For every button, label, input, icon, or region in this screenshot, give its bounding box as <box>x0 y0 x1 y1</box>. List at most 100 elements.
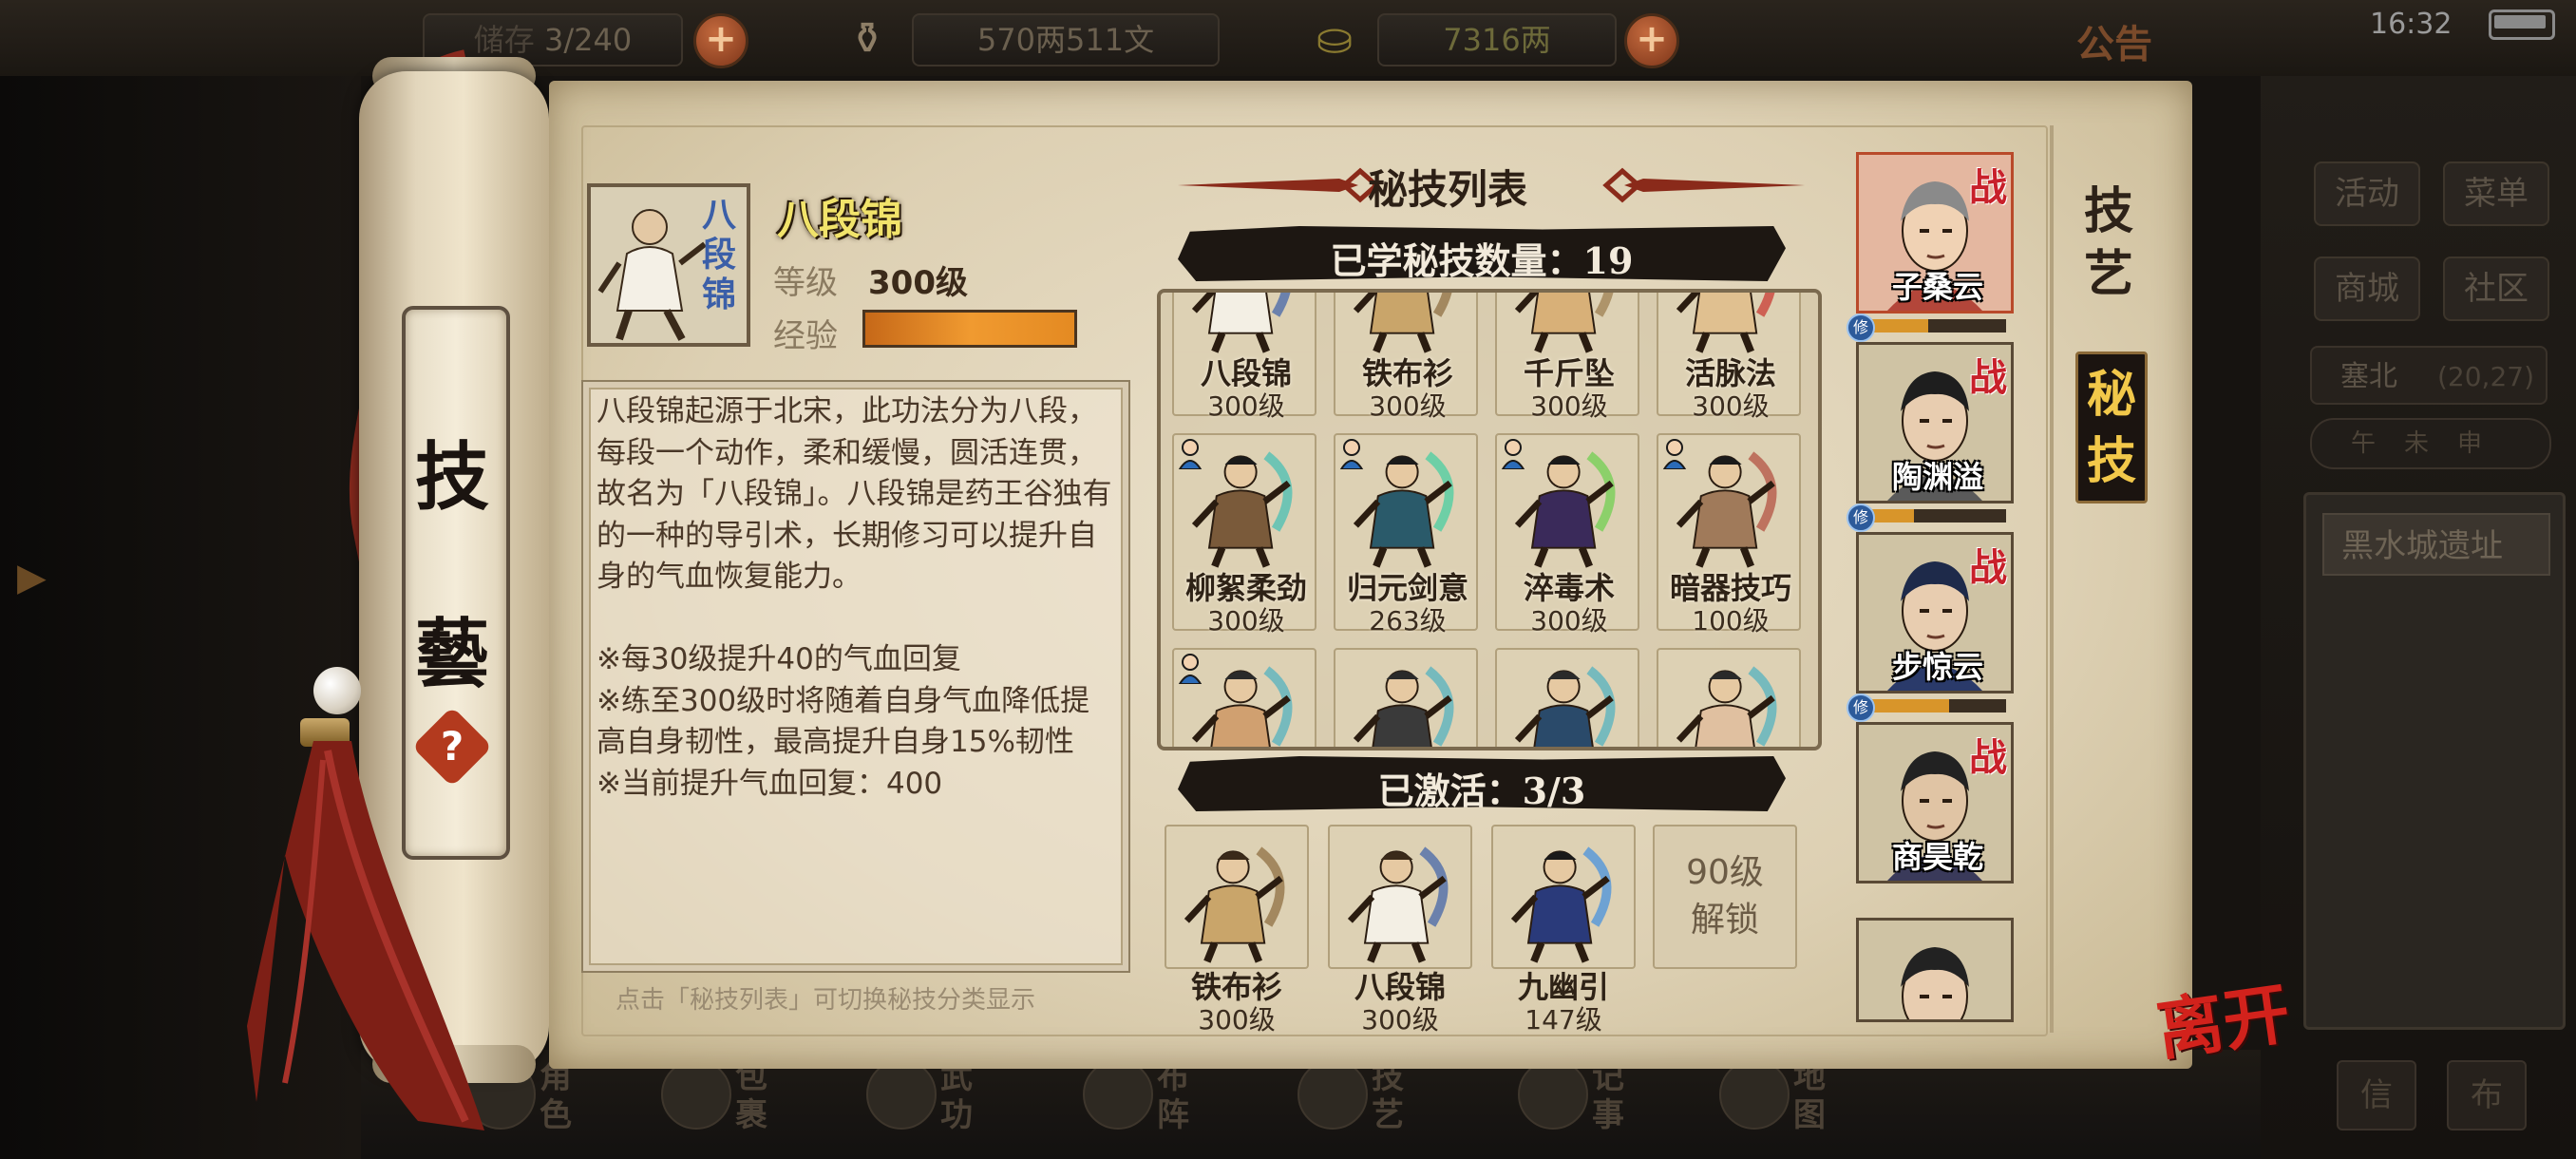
tab-jiyi[interactable]: 技艺 <box>2066 180 2151 323</box>
active-skill-slot[interactable] <box>1165 825 1309 969</box>
title-char-ji: 技 <box>414 434 489 521</box>
skill-cell[interactable]: 千斤坠 300级 <box>1495 293 1639 422</box>
nav-item[interactable]: 技艺 <box>1288 1054 1430 1154</box>
active-skill-art <box>1330 826 1470 967</box>
jade-bead-icon <box>313 667 361 714</box>
skill-art <box>1658 293 1799 353</box>
location-name: 塞北 <box>2340 360 2397 393</box>
nav-item[interactable]: 记事 <box>1508 1054 1651 1154</box>
battle-badge-icon: 战 <box>1969 545 2007 590</box>
skill-art <box>1658 650 1799 747</box>
active-skill-level: 300级 <box>1198 1004 1276 1036</box>
skill-cell-level: 263级 <box>1369 605 1447 636</box>
copper-currency: 570两511文 <box>912 13 1220 66</box>
character-card[interactable]: 战陶渊溢 <box>1856 342 2014 504</box>
person-icon <box>1501 439 1525 470</box>
skill-name: 八段锦 <box>777 196 902 244</box>
skill-cell[interactable] <box>1657 648 1801 747</box>
nav-item[interactable]: 地图 <box>1710 1054 1852 1154</box>
active-skill-slot[interactable] <box>1491 825 1636 969</box>
skill-cell[interactable]: 八段锦 300级 <box>1172 293 1316 422</box>
community-button[interactable]: 社区 <box>2443 256 2549 321</box>
battle-badge-icon: 战 <box>1969 355 2007 400</box>
battery-icon <box>2489 10 2555 40</box>
skill-description: 八段锦起源于北宋，此功法分为八段，每段一个动作，柔和缓慢，圆活连贯，故名为「八段… <box>597 394 1112 801</box>
location-coords: (20,27) <box>2436 361 2534 392</box>
add-storage-button[interactable]: + <box>693 13 748 68</box>
nav-item[interactable]: 布阵 <box>1073 1054 1216 1154</box>
character-card[interactable]: 战步惊云 <box>1856 532 2014 694</box>
active-count: 已激活：3/3 <box>1377 770 1586 812</box>
skill-cell-level: 100级 <box>1692 605 1770 636</box>
nav-label: 包裹 <box>735 1058 767 1134</box>
clock: 16:32 <box>2370 8 2453 41</box>
mail-button[interactable]: 信 <box>2337 1060 2416 1130</box>
skills-grid[interactable]: 八段锦 300级 铁布衫 300级 千斤坠 300级 活脉法 300级 柳絮柔劲 300级 <box>1157 289 1822 750</box>
skill-cell[interactable] <box>1334 648 1478 747</box>
person-icon <box>1178 439 1203 470</box>
battle-badge-icon: 战 <box>1969 735 2007 780</box>
character-card[interactable]: 战子桑云 <box>1856 152 2014 314</box>
locked-slot: 90级 解锁 <box>1653 825 1797 969</box>
unlock-text: 90级 解锁 <box>1686 853 1764 940</box>
expand-arrow-icon[interactable]: ▶ <box>17 557 59 598</box>
leave-button[interactable]: 离开 <box>2150 960 2296 1074</box>
skill-cell[interactable]: 柳絮柔劲 300级 <box>1172 433 1316 636</box>
shop-button[interactable]: 商城 <box>2314 256 2420 321</box>
nav-label: 武功 <box>940 1058 973 1134</box>
nav-icon <box>1719 1059 1790 1130</box>
nav-label: 地图 <box>1793 1058 1826 1134</box>
nav-label: 角色 <box>540 1058 572 1134</box>
skill-cell[interactable] <box>1495 648 1639 747</box>
nav-item[interactable]: 武功 <box>857 1054 999 1154</box>
character-name: 商昊乾 <box>1891 839 1983 875</box>
skill-cell[interactable]: 淬毒术 300级 <box>1495 433 1639 636</box>
skill-cell[interactable] <box>1172 648 1316 747</box>
learned-count: 已学秘技数量：19 <box>1330 239 1634 282</box>
character-name: 步惊云 <box>1891 649 1983 685</box>
active-skill-art <box>1493 826 1634 967</box>
gold-ingot-icon: ⛀ <box>1316 12 1354 64</box>
cultivate-badge-icon: 修 <box>1847 694 1875 722</box>
active-skill-level: 300级 <box>1361 1004 1439 1036</box>
nav-label: 记事 <box>1592 1058 1624 1134</box>
location-display[interactable]: 塞北 (20,27) <box>2310 346 2548 405</box>
character-card[interactable]: 战商昊乾 <box>1856 722 2014 884</box>
skill-cell-level: 300级 <box>1692 390 1770 422</box>
storage-value: 3/240 <box>543 22 633 58</box>
skill-icon-label: 八段锦 <box>701 195 736 314</box>
formation-quick-button[interactable]: 布 <box>2447 1060 2527 1130</box>
nav-icon <box>1083 1059 1153 1130</box>
nav-icon <box>1518 1059 1588 1130</box>
level-value: 300级 <box>868 264 968 302</box>
skill-cell[interactable]: 铁布衫 300级 <box>1334 293 1478 422</box>
tab-divider <box>2050 125 2054 1033</box>
active-skill-slot[interactable] <box>1328 825 1472 969</box>
character-portrait <box>1859 921 2011 1019</box>
skill-cell-level: 300级 <box>1369 390 1447 422</box>
skill-cell-level: 300级 <box>1530 605 1608 636</box>
nav-item[interactable]: 包裹 <box>652 1054 794 1154</box>
skill-art <box>1335 650 1476 747</box>
level-label: 等级 <box>773 264 838 302</box>
notice-button[interactable]: 公告 <box>2076 13 2152 68</box>
cultivate-badge-icon: 修 <box>1847 504 1875 532</box>
nav-icon <box>661 1059 731 1130</box>
gold-currency: 7316两 <box>1377 13 1617 66</box>
skill-cell-level: 300级 <box>1530 390 1608 422</box>
add-gold-button[interactable]: + <box>1624 13 1679 68</box>
title-char-yi: 藝 <box>414 611 489 697</box>
tab-miji[interactable]: 秘技 <box>2075 352 2148 504</box>
exp-bar <box>862 310 1077 348</box>
skill-cell[interactable]: 归元剑意 263级 <box>1334 433 1478 636</box>
character-name: 陶渊溢 <box>1891 459 1983 495</box>
skill-cell[interactable]: 活脉法 300级 <box>1657 293 1801 422</box>
quest-item[interactable]: 黑水城遗址 <box>2322 513 2550 576</box>
skill-list-title[interactable]: 秘技列表 <box>1368 158 1527 216</box>
skill-cell[interactable]: 暗器技巧 100级 <box>1657 433 1801 636</box>
menu-button[interactable]: 菜单 <box>2443 162 2549 226</box>
activity-button[interactable]: 活动 <box>2314 162 2420 226</box>
character-card[interactable] <box>1856 918 2014 1022</box>
exp-bar-fill <box>865 313 1074 345</box>
person-icon <box>1339 439 1364 470</box>
